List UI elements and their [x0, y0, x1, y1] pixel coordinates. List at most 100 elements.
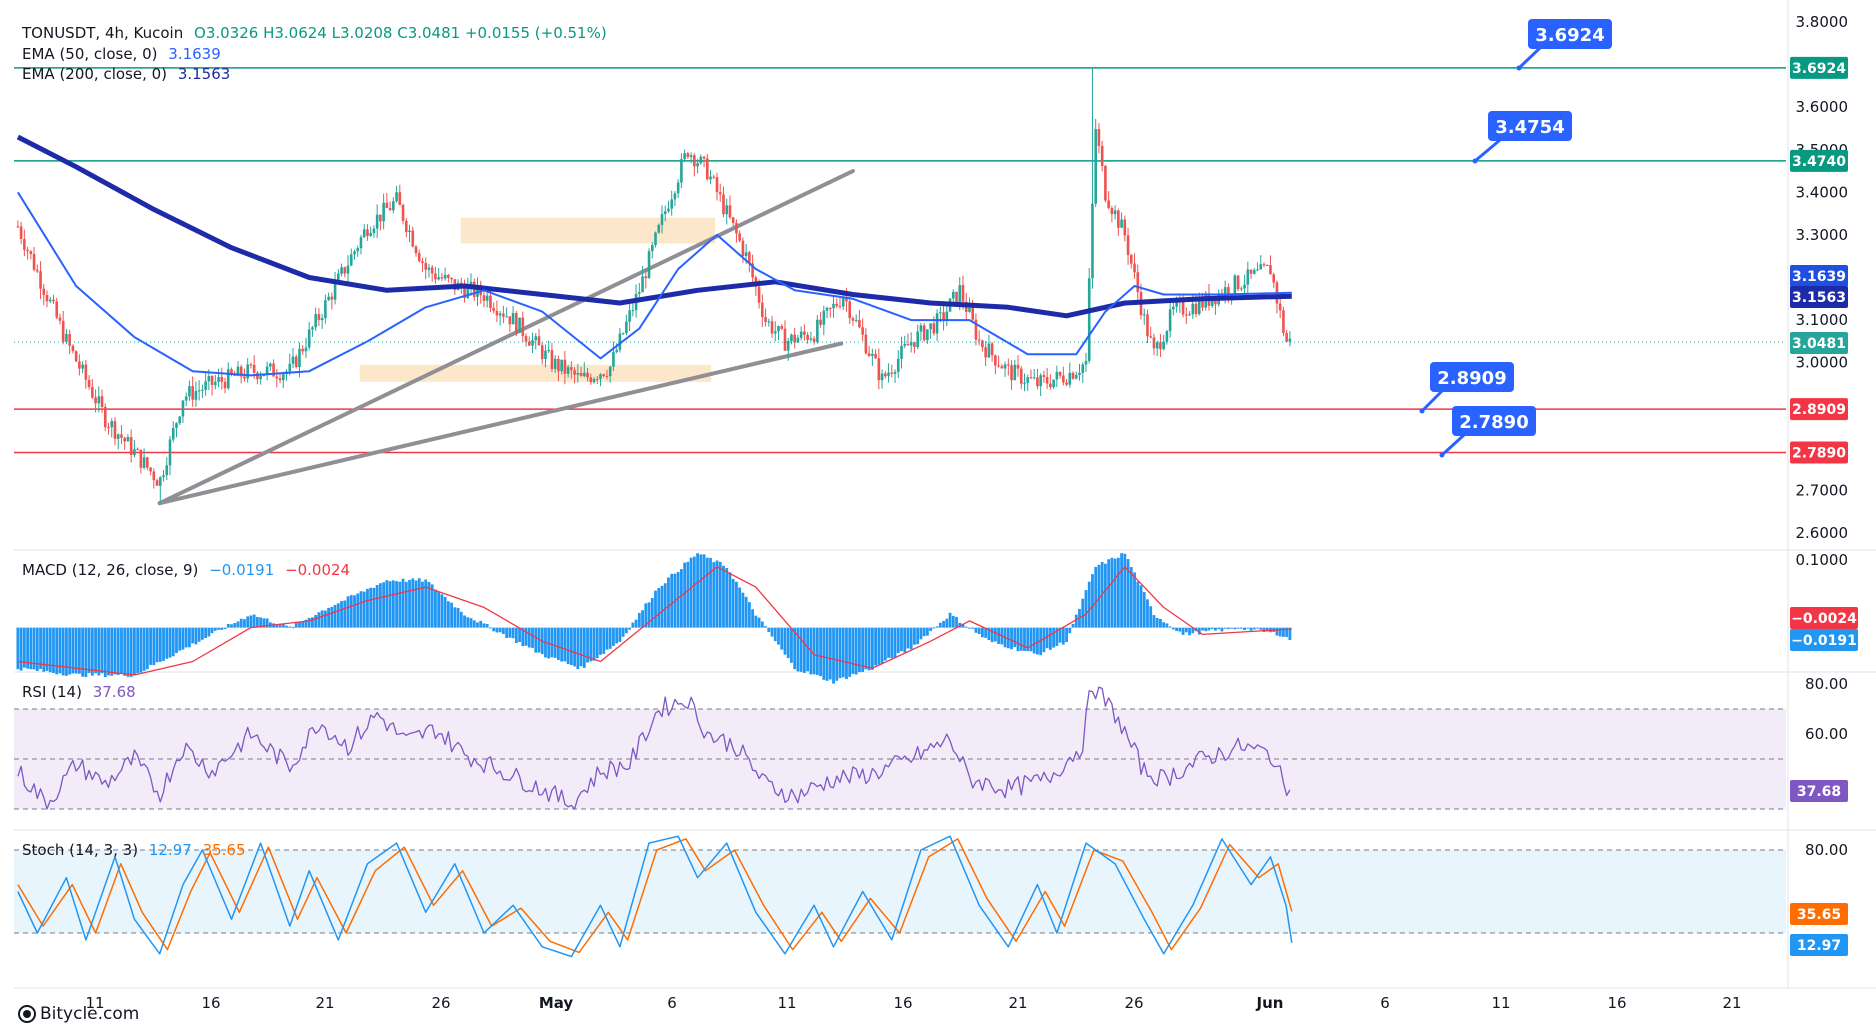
macd-histogram-bar — [760, 621, 764, 628]
candle-body — [1243, 284, 1246, 289]
macd-histogram-bar — [291, 627, 295, 629]
candle-body — [392, 201, 395, 211]
macd-histogram-bar — [1214, 627, 1217, 631]
macd-histogram-bar — [955, 616, 958, 628]
candle-body — [450, 277, 453, 280]
macd-histogram-bar — [181, 627, 185, 650]
macd-histogram-bar — [1149, 606, 1153, 628]
candle-body — [926, 329, 929, 341]
macd-histogram-bar — [951, 615, 955, 628]
candle-body — [1052, 379, 1055, 388]
candle-body — [1282, 310, 1285, 334]
candle-body — [324, 300, 327, 319]
candle-body — [1249, 269, 1253, 274]
candle-body — [294, 356, 298, 368]
candle-body — [1162, 341, 1165, 350]
candle-body — [129, 437, 133, 456]
candle-body — [1265, 265, 1269, 267]
macd-histogram-bar — [1019, 627, 1023, 651]
candle-body — [68, 334, 71, 346]
candle-body — [155, 480, 159, 486]
candle-body — [411, 230, 415, 247]
macd-histogram-bar — [851, 627, 855, 674]
candle-body — [589, 377, 593, 383]
macd-histogram-bar — [133, 627, 136, 676]
macd-histogram-bar — [848, 627, 852, 677]
macd-histogram-bar — [178, 627, 182, 651]
candle-body — [275, 376, 279, 379]
macd-histogram-bar — [1155, 618, 1159, 628]
footer-brand[interactable]: Bitycle.com — [18, 1004, 139, 1024]
candle-body — [858, 319, 861, 328]
stoch-band — [14, 850, 1786, 933]
candle-body — [595, 378, 599, 380]
candle-body — [942, 312, 945, 320]
candle-body — [644, 276, 648, 279]
candle-body — [421, 261, 424, 264]
macd-histogram-bar — [993, 627, 997, 642]
macd-histogram-bar — [505, 627, 509, 638]
macd-histogram-bar — [226, 623, 230, 628]
macd-histogram-bar — [925, 627, 929, 636]
candle-body — [1120, 219, 1123, 228]
candle-body — [489, 295, 492, 309]
macd-histogram-bar — [624, 627, 628, 634]
brand-label: Bitycle.com — [40, 1004, 140, 1024]
x-tick-label: 16 — [1607, 994, 1626, 1012]
trading-chart[interactable]: 3.80003.60003.50003.40003.30003.10003.00… — [0, 0, 1876, 1035]
candle-body — [1149, 336, 1153, 338]
candle-body — [1142, 314, 1146, 316]
macd-histogram-bar — [239, 618, 243, 628]
macd-histogram-bar — [366, 588, 369, 628]
macd-histogram-bar — [71, 627, 75, 674]
candle-body — [699, 156, 703, 164]
macd-histogram-bar — [168, 627, 172, 658]
macd-histogram-bar — [243, 619, 246, 628]
macd-histogram-bar — [790, 627, 793, 663]
candle-body — [162, 475, 165, 478]
macd-histogram-bar — [16, 627, 20, 670]
candle-body — [1045, 377, 1049, 384]
macd-histogram-bar — [213, 627, 217, 631]
candle-body — [1007, 364, 1010, 366]
candle-body — [65, 334, 68, 342]
price-tag-label: 3.1639 — [1792, 269, 1846, 285]
candle-body — [709, 176, 712, 180]
candle-body — [673, 193, 677, 200]
macd-histogram-bar — [456, 607, 460, 628]
candle-body — [278, 378, 282, 381]
candle-body — [369, 233, 372, 236]
candle-body — [887, 372, 890, 377]
macd-histogram-bar — [191, 627, 195, 644]
macd-histogram-bar — [204, 627, 208, 638]
macd-histogram-bar — [359, 591, 363, 628]
candle-body — [1039, 375, 1042, 387]
candle-body — [731, 217, 735, 223]
macd-histogram-bar — [634, 619, 638, 628]
candle-body — [220, 377, 224, 382]
candle-body — [566, 367, 570, 374]
candle-body — [744, 252, 748, 257]
candle-body — [123, 437, 126, 442]
candle-body — [987, 343, 991, 358]
macd-histogram-bar — [1136, 581, 1140, 628]
macd-histogram-bar — [1152, 615, 1156, 628]
macd-histogram-bar — [1010, 627, 1013, 650]
macd-histogram-bar — [401, 578, 405, 628]
macd-histogram-bar — [120, 627, 123, 674]
macd-histogram-bar — [136, 627, 140, 674]
macd-histogram-bar — [220, 627, 224, 630]
macd-histogram-bar — [1252, 627, 1256, 630]
rsi-value: 37.68 — [92, 683, 136, 701]
macd-histogram-bar — [557, 627, 560, 660]
candle-body — [52, 299, 55, 302]
macd-histogram-bar — [945, 618, 949, 628]
candle-body — [505, 316, 508, 318]
candle-body — [395, 192, 398, 202]
candle-body — [968, 307, 971, 312]
macd-histogram-bar — [327, 607, 331, 628]
candle-body — [650, 245, 654, 252]
candle-body — [631, 310, 635, 312]
candle-body — [184, 396, 188, 401]
macd-histogram-bar — [579, 627, 583, 667]
